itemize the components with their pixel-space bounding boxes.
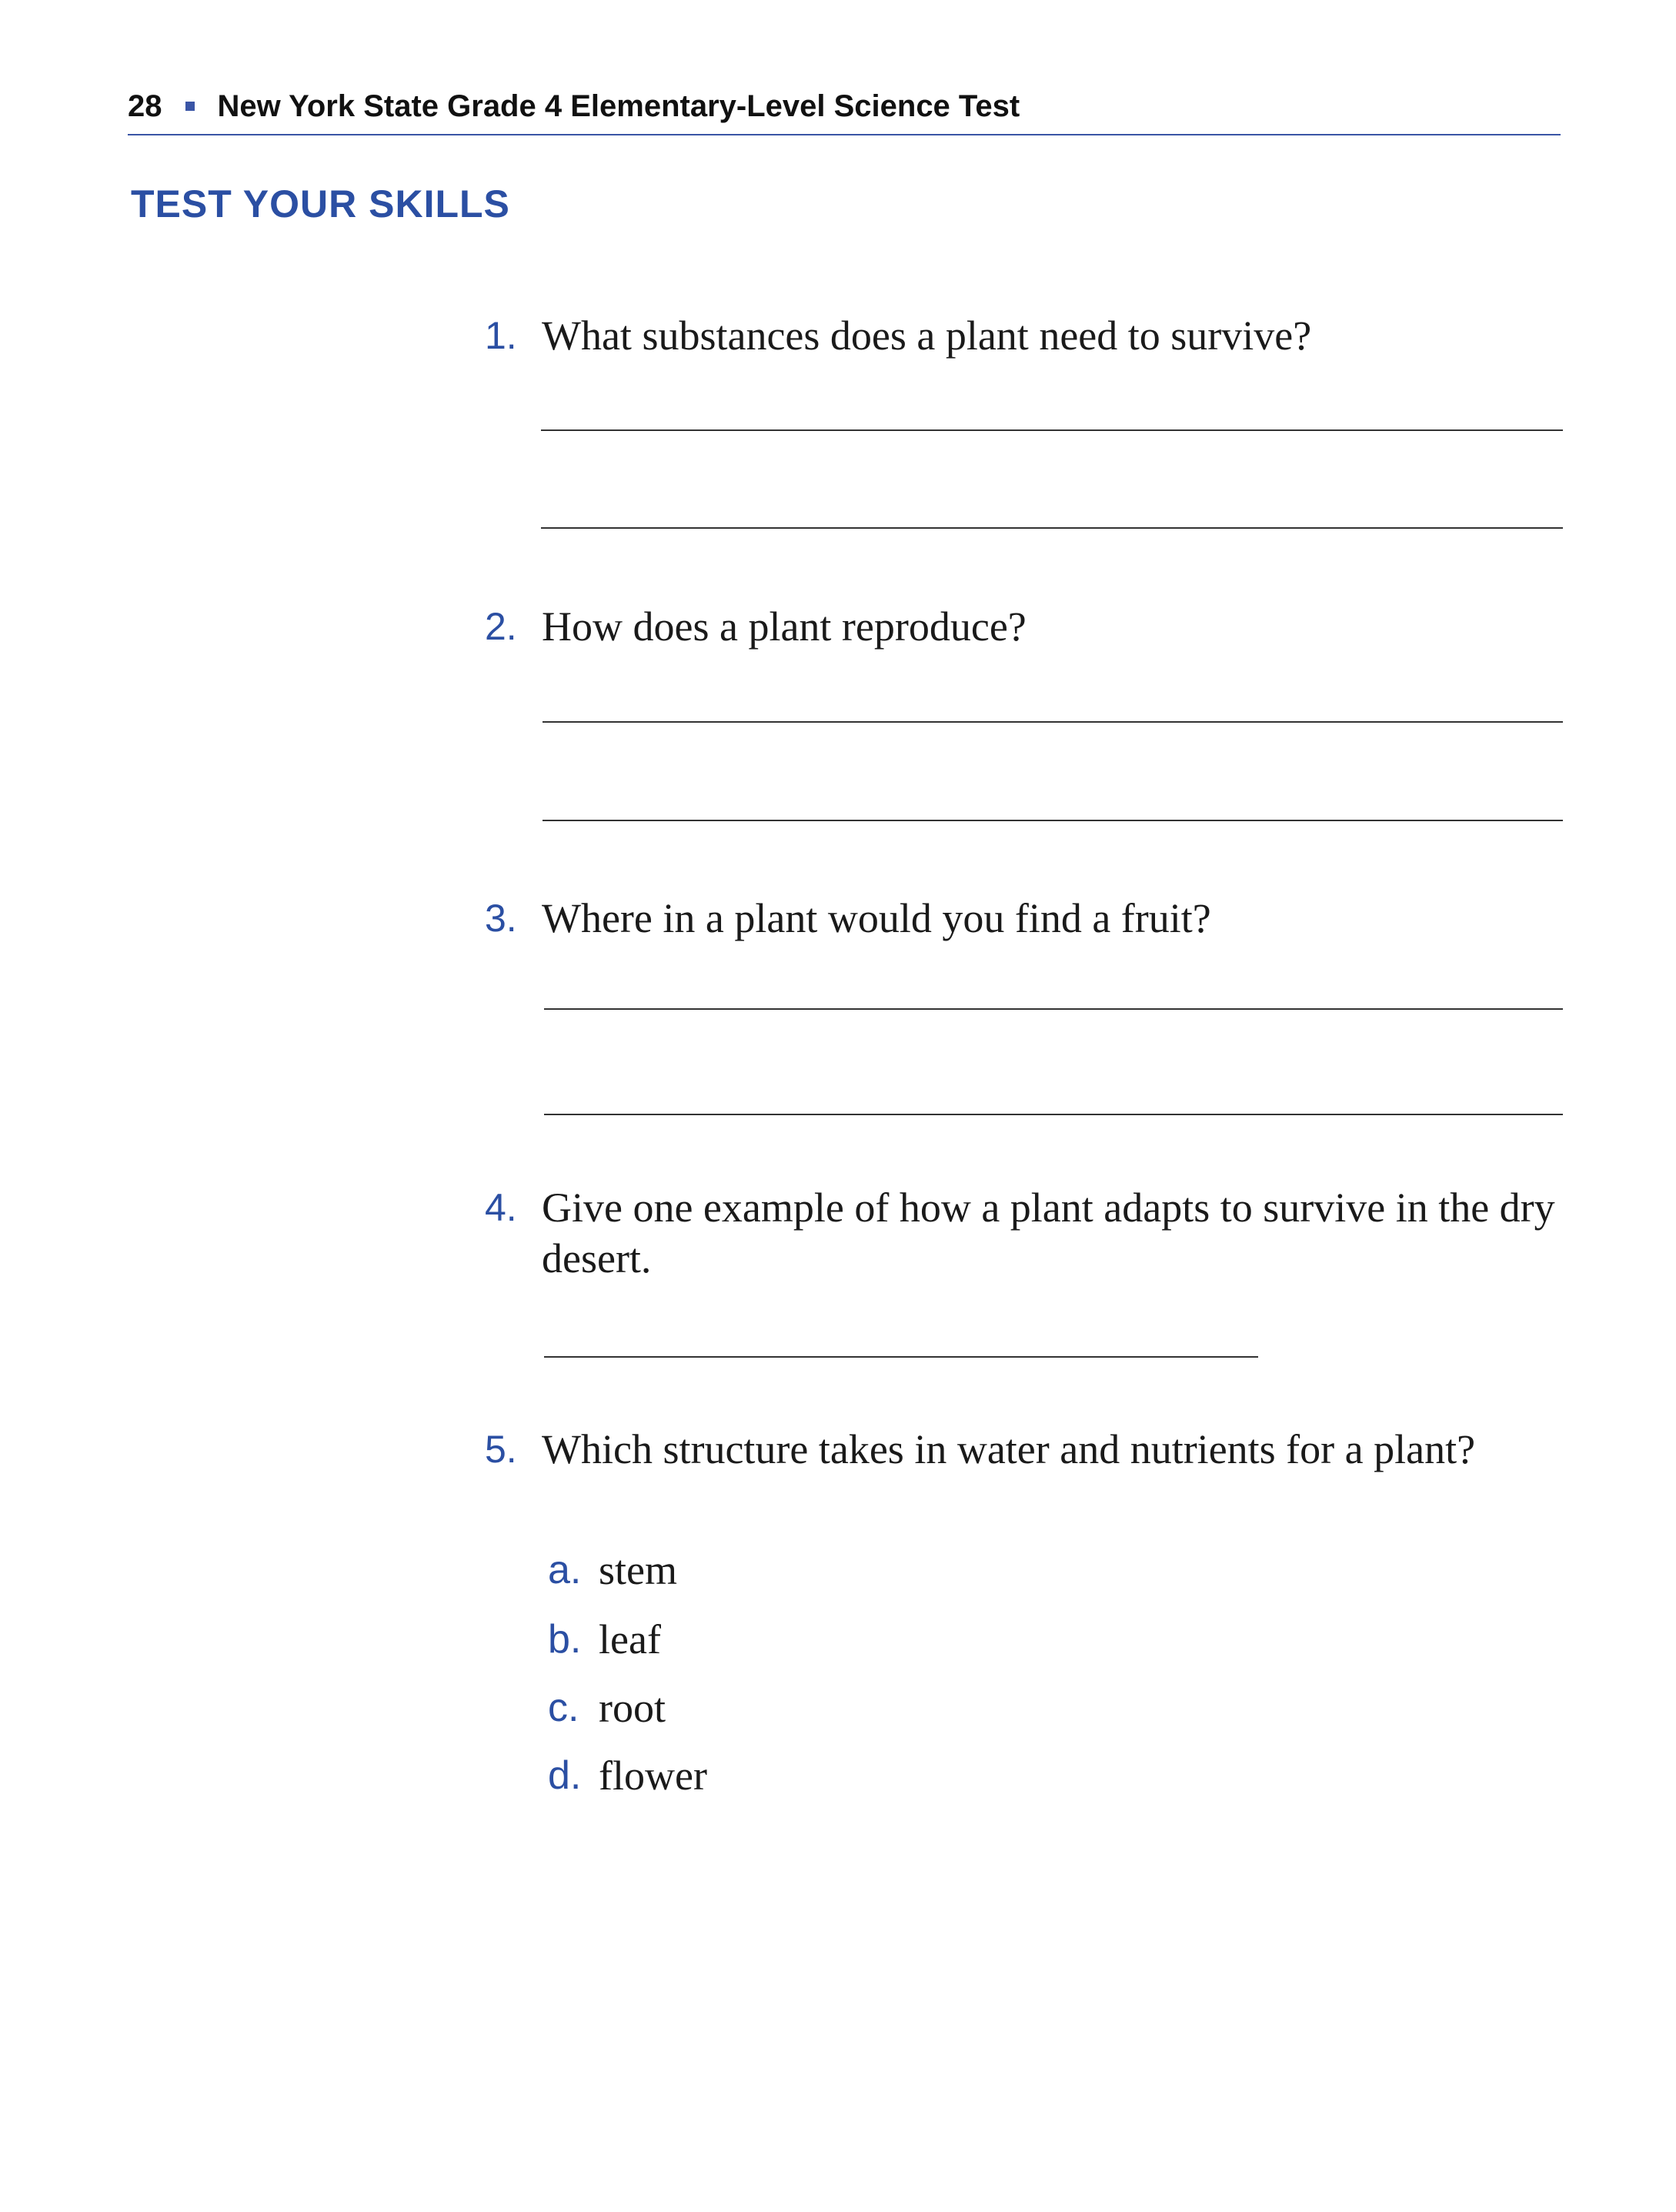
question-text: How does a plant reproduce? <box>542 603 1027 650</box>
question-3: 3. Where in a plant would you find a fru… <box>485 893 1562 944</box>
answer-line-q3-2[interactable] <box>544 1114 1563 1115</box>
choice-letter: a. <box>548 1548 582 1592</box>
choice-d[interactable]: d. flower <box>548 1750 707 1801</box>
section-title: TEST YOUR SKILLS <box>131 182 510 226</box>
choice-text: stem <box>599 1547 677 1593</box>
question-1: 1. What substances does a plant need to … <box>485 310 1562 361</box>
choice-text: leaf <box>599 1616 661 1662</box>
question-text: Give one example of how a plant adapts t… <box>542 1185 1555 1281</box>
question-text: Where in a plant would you find a fruit? <box>542 895 1211 941</box>
choice-letter: c. <box>548 1686 579 1730</box>
question-number: 3. <box>485 897 517 940</box>
question-2: 2. How does a plant reproduce? <box>485 601 1562 652</box>
answer-line-q4-1[interactable] <box>544 1356 1258 1358</box>
answer-line-q1-2[interactable] <box>541 527 1563 529</box>
choice-text: flower <box>599 1753 707 1799</box>
question-text: What substances does a plant need to sur… <box>542 312 1312 359</box>
question-text: Which structure takes in water and nutri… <box>542 1426 1476 1472</box>
question-number: 5. <box>485 1428 517 1471</box>
question-number: 4. <box>485 1186 517 1229</box>
choice-letter: b. <box>548 1617 582 1662</box>
page-number: 28 <box>128 89 162 123</box>
choice-c[interactable]: c. root <box>548 1682 666 1733</box>
answer-line-q2-1[interactable] <box>543 721 1563 723</box>
page-header: 28 New York State Grade 4 Elementary-Lev… <box>128 83 1561 135</box>
square-bullet-icon <box>185 102 195 111</box>
question-5: 5. Which structure takes in water and nu… <box>485 1424 1562 1475</box>
choice-a[interactable]: a. stem <box>548 1545 677 1596</box>
question-4: 4. Give one example of how a plant adapt… <box>485 1182 1562 1284</box>
question-number: 1. <box>485 314 517 357</box>
choice-b[interactable]: b. leaf <box>548 1614 661 1665</box>
question-number: 2. <box>485 605 517 648</box>
answer-line-q1-1[interactable] <box>541 429 1563 431</box>
answer-line-q3-1[interactable] <box>544 1008 1563 1010</box>
choice-text: root <box>599 1685 666 1731</box>
choice-letter: d. <box>548 1753 582 1798</box>
header-title: New York State Grade 4 Elementary-Level … <box>217 89 1020 123</box>
answer-line-q2-2[interactable] <box>543 820 1563 821</box>
